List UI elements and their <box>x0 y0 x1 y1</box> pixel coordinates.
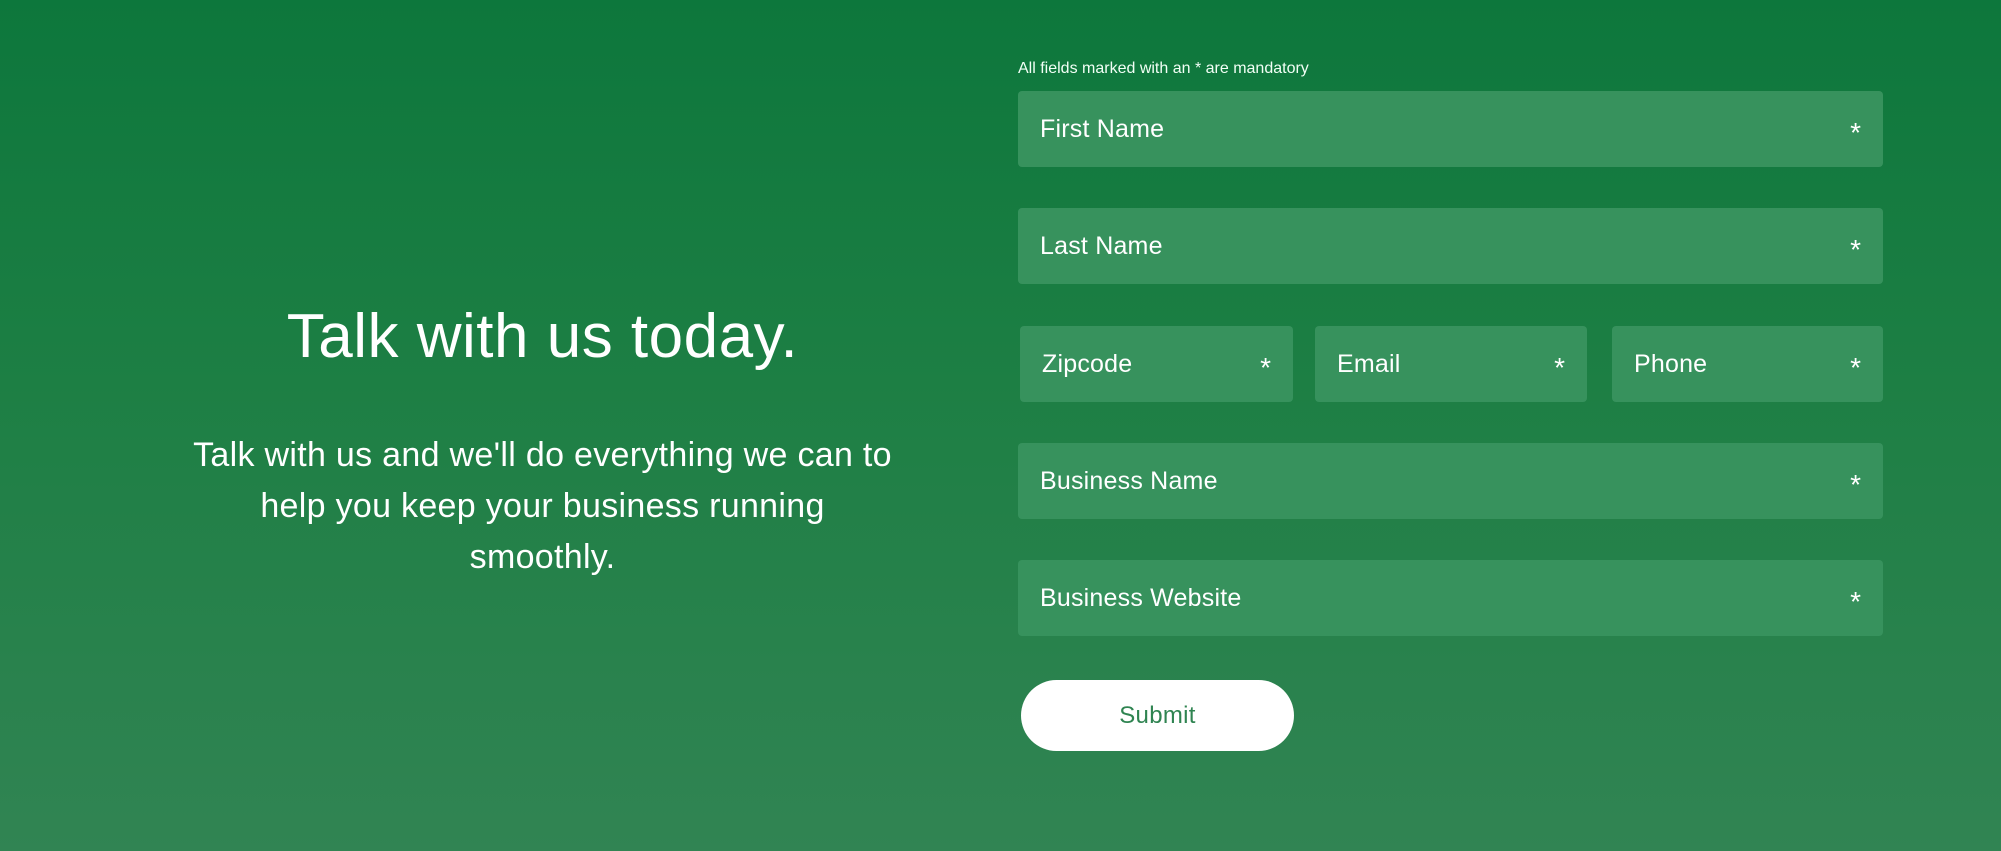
first-name-placeholder: First Name <box>1040 114 1165 143</box>
business-website-placeholder: Business Website <box>1040 583 1242 612</box>
required-asterisk-icon: * <box>1850 234 1861 265</box>
required-asterisk-icon: * <box>1554 352 1565 383</box>
phone-field[interactable]: Phone * <box>1612 326 1883 402</box>
contact-form: All fields marked with an * are mandator… <box>1018 58 1883 751</box>
mandatory-note: All fields marked with an * are mandator… <box>1018 60 1309 77</box>
email-field[interactable]: Email * <box>1315 326 1587 402</box>
phone-placeholder: Phone <box>1634 349 1708 378</box>
hero-subtitle: Talk with us and we'll do everything we … <box>193 436 892 577</box>
hero-section: Talk with us today. Talk with us and we'… <box>150 300 935 583</box>
zipcode-placeholder: Zipcode <box>1042 349 1133 378</box>
business-name-placeholder: Business Name <box>1040 466 1218 495</box>
email-placeholder: Email <box>1337 349 1401 378</box>
business-website-field[interactable]: Business Website * <box>1018 560 1883 636</box>
business-name-field[interactable]: Business Name * <box>1018 443 1883 519</box>
submit-button[interactable]: Submit <box>1021 680 1294 751</box>
required-asterisk-icon: * <box>1850 117 1861 148</box>
required-asterisk-icon: * <box>1260 352 1271 383</box>
required-asterisk-icon: * <box>1850 469 1861 500</box>
last-name-placeholder: Last Name <box>1040 231 1163 260</box>
hero-title: Talk with us today. <box>286 302 799 371</box>
first-name-field[interactable]: First Name * <box>1018 91 1883 167</box>
last-name-field[interactable]: Last Name * <box>1018 208 1883 284</box>
required-asterisk-icon: * <box>1850 586 1861 617</box>
required-asterisk-icon: * <box>1850 352 1861 383</box>
zipcode-field[interactable]: Zipcode * <box>1020 326 1293 402</box>
